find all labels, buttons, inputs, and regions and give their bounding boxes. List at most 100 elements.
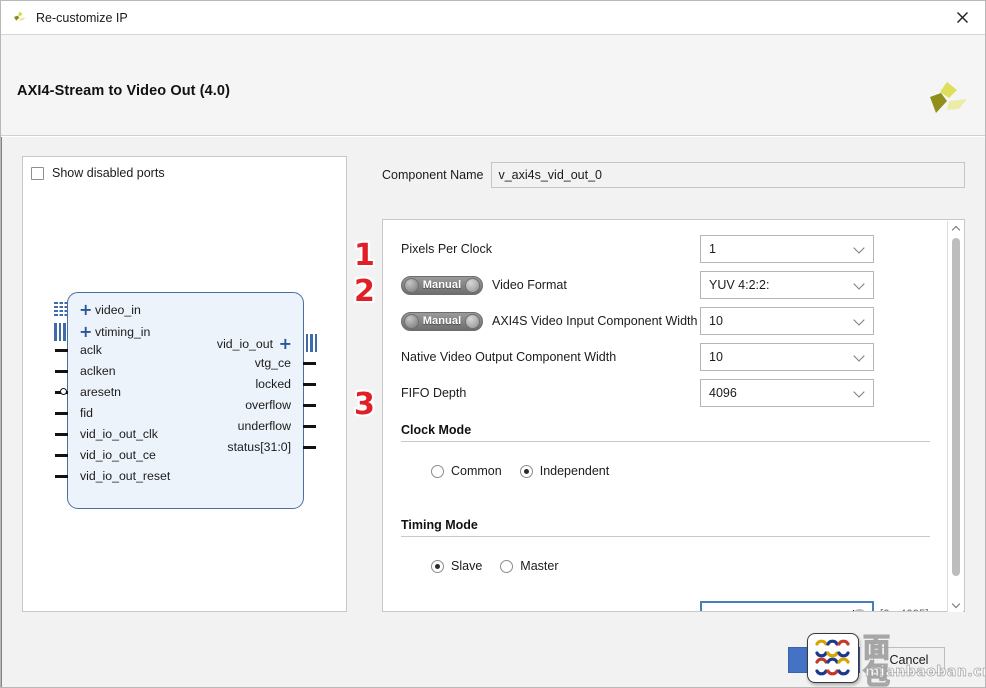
chevron-down-icon[interactable] xyxy=(948,597,964,612)
xilinx-pinwheel-icon xyxy=(11,9,29,27)
axi4s-input-width-manual-toggle[interactable]: Manual xyxy=(401,311,483,331)
fifo-depth-dropdown[interactable]: 4096 xyxy=(700,379,874,407)
ip-symbol-block: + video_in + vtiming_in aclk aclken ares… xyxy=(54,292,317,509)
native-output-width-label: Native Video Output Component Width xyxy=(401,350,617,364)
radio-dot xyxy=(431,464,444,478)
block-diagram-panel: Show disabled ports + video_in + vtiming… xyxy=(22,156,347,612)
port-overflow: overflow xyxy=(245,398,291,412)
chevron-down-icon xyxy=(854,388,865,399)
bus-connector-video-in-icon xyxy=(54,302,67,318)
native-output-width-value: 10 xyxy=(709,350,723,364)
dialog-footer: OK Cancel xyxy=(1,633,985,687)
radio-independent[interactable]: Independent xyxy=(519,464,610,478)
config-vertical-scrollbar[interactable] xyxy=(947,221,963,612)
toggle-knob-right xyxy=(465,313,480,329)
video-format-toggle-label: Manual xyxy=(422,279,462,291)
toggle-knob-left xyxy=(404,277,419,293)
port-locked: locked xyxy=(255,377,291,391)
hysteresis-level-input[interactable]: 12 xyxy=(700,601,874,611)
pixels-per-clock-dropdown[interactable]: 1 xyxy=(700,235,874,263)
radio-master[interactable]: Master xyxy=(500,559,558,573)
pin-fid xyxy=(55,412,68,415)
port-vtiming-in: vtiming_in xyxy=(95,325,151,339)
show-disabled-ports-checkbox[interactable]: Show disabled ports xyxy=(31,166,165,180)
window-title: Re-customize IP xyxy=(36,10,128,25)
expand-vid-io-out-icon[interactable]: + xyxy=(279,336,292,352)
clock-mode-section: Clock Mode xyxy=(401,423,930,442)
port-fid: fid xyxy=(80,406,93,420)
pin-vid-io-out-reset xyxy=(55,475,68,478)
ip-header: AXI4-Stream to Video Out (4.0) i Documen… xyxy=(1,35,985,158)
hysteresis-level-range-hint: [0 - 4095] xyxy=(880,609,929,611)
component-name-label: Component Name xyxy=(382,168,484,182)
radio-dot-selected xyxy=(431,559,444,573)
port-vid-io-out-reset: vid_io_out_reset xyxy=(80,469,171,483)
config-panel: Component Name v_axi4s_vid_out_0 Pixels … xyxy=(382,156,965,612)
chevron-down-icon xyxy=(854,280,865,291)
component-name-row: Component Name v_axi4s_vid_out_0 xyxy=(382,156,965,194)
toggle-knob-left xyxy=(404,313,419,329)
ok-button[interactable]: OK xyxy=(788,647,860,673)
timing-mode-section: Timing Mode xyxy=(401,518,930,537)
port-vid-io-out-clk: vid_io_out_clk xyxy=(80,427,158,441)
chevron-up-icon[interactable] xyxy=(948,221,964,236)
expand-video-in-icon[interactable]: + xyxy=(79,302,92,318)
axi4s-input-width-label: AXI4S Video Input Component Width xyxy=(492,314,698,328)
port-status: status[31:0] xyxy=(227,440,291,454)
port-aresetn: aresetn xyxy=(80,385,122,399)
fifo-depth-value: 4096 xyxy=(709,386,737,400)
axi4s-input-width-dropdown[interactable]: 10 xyxy=(700,307,874,335)
radio-slave[interactable]: Slave xyxy=(431,559,482,573)
port-aclk: aclk xyxy=(80,343,102,357)
radio-dot xyxy=(500,559,514,573)
config-scroll-area: Pixels Per Clock 1 Manual Video Format Y… xyxy=(382,219,965,612)
pin-locked xyxy=(303,383,316,386)
annotation-3: 3 xyxy=(354,387,375,422)
radio-independent-label: Independent xyxy=(539,464,610,478)
video-format-manual-toggle[interactable]: Manual xyxy=(401,275,483,295)
timing-mode-radiogroup: Slave Master xyxy=(431,559,558,573)
bus-connector-vid-io-out-icon xyxy=(305,334,317,352)
native-output-width-dropdown[interactable]: 10 xyxy=(700,343,874,371)
radio-common[interactable]: Common xyxy=(431,464,502,478)
scrollbar-thumb[interactable] xyxy=(952,238,960,576)
video-format-label: Video Format xyxy=(492,278,567,292)
radio-common-label: Common xyxy=(451,464,502,478)
chevron-down-icon xyxy=(854,352,865,363)
clock-mode-radiogroup: Common Independent xyxy=(431,464,609,478)
cancel-button[interactable]: Cancel xyxy=(873,647,945,673)
section-divider xyxy=(401,441,930,442)
pin-overflow xyxy=(303,404,316,407)
component-name-input[interactable]: v_axi4s_vid_out_0 xyxy=(491,162,965,188)
chevron-down-icon xyxy=(854,316,865,327)
re-customize-ip-dialog: Re-customize IP AXI4-Stream to Video Out… xyxy=(0,0,986,688)
axi4s-input-width-value: 10 xyxy=(709,314,723,328)
port-vtg-ce: vtg_ce xyxy=(254,356,291,370)
checkbox-box xyxy=(31,166,44,180)
hysteresis-level-value: 12 xyxy=(707,609,854,611)
dialog-body: Show disabled ports + video_in + vtiming… xyxy=(1,137,985,687)
bus-connector-vtiming-in-icon xyxy=(54,323,66,341)
radio-dot-selected xyxy=(519,464,533,478)
pin-vid-io-out-ce xyxy=(55,454,68,457)
clock-mode-title: Clock Mode xyxy=(401,423,472,437)
fifo-depth-label: FIFO Depth xyxy=(401,386,467,400)
pin-aclk xyxy=(55,349,68,352)
port-vid-io-out-ce: vid_io_out_ce xyxy=(80,448,156,462)
hysteresis-level-label: Hysteresis Level xyxy=(401,610,493,611)
window-titlebar: Re-customize IP xyxy=(1,1,985,35)
timing-mode-title: Timing Mode xyxy=(401,518,478,532)
pin-aclken xyxy=(55,370,68,373)
config-form: Pixels Per Clock 1 Manual Video Format Y… xyxy=(383,220,948,611)
xilinx-pinwheel-logo xyxy=(927,80,969,118)
expand-vtiming-in-icon[interactable]: + xyxy=(79,324,92,340)
video-format-dropdown[interactable]: YUV 4:2:2: xyxy=(700,271,874,299)
toggle-knob-right xyxy=(465,277,480,293)
page-title: AXI4-Stream to Video Out (4.0) xyxy=(17,83,231,99)
clear-x-icon[interactable] xyxy=(852,608,867,611)
section-divider xyxy=(401,536,930,537)
pin-vid-io-out-clk xyxy=(55,433,68,436)
port-vid-io-out: vid_io_out xyxy=(216,337,273,351)
close-icon[interactable] xyxy=(939,1,985,34)
inverted-pin-bubble-icon xyxy=(60,388,67,395)
